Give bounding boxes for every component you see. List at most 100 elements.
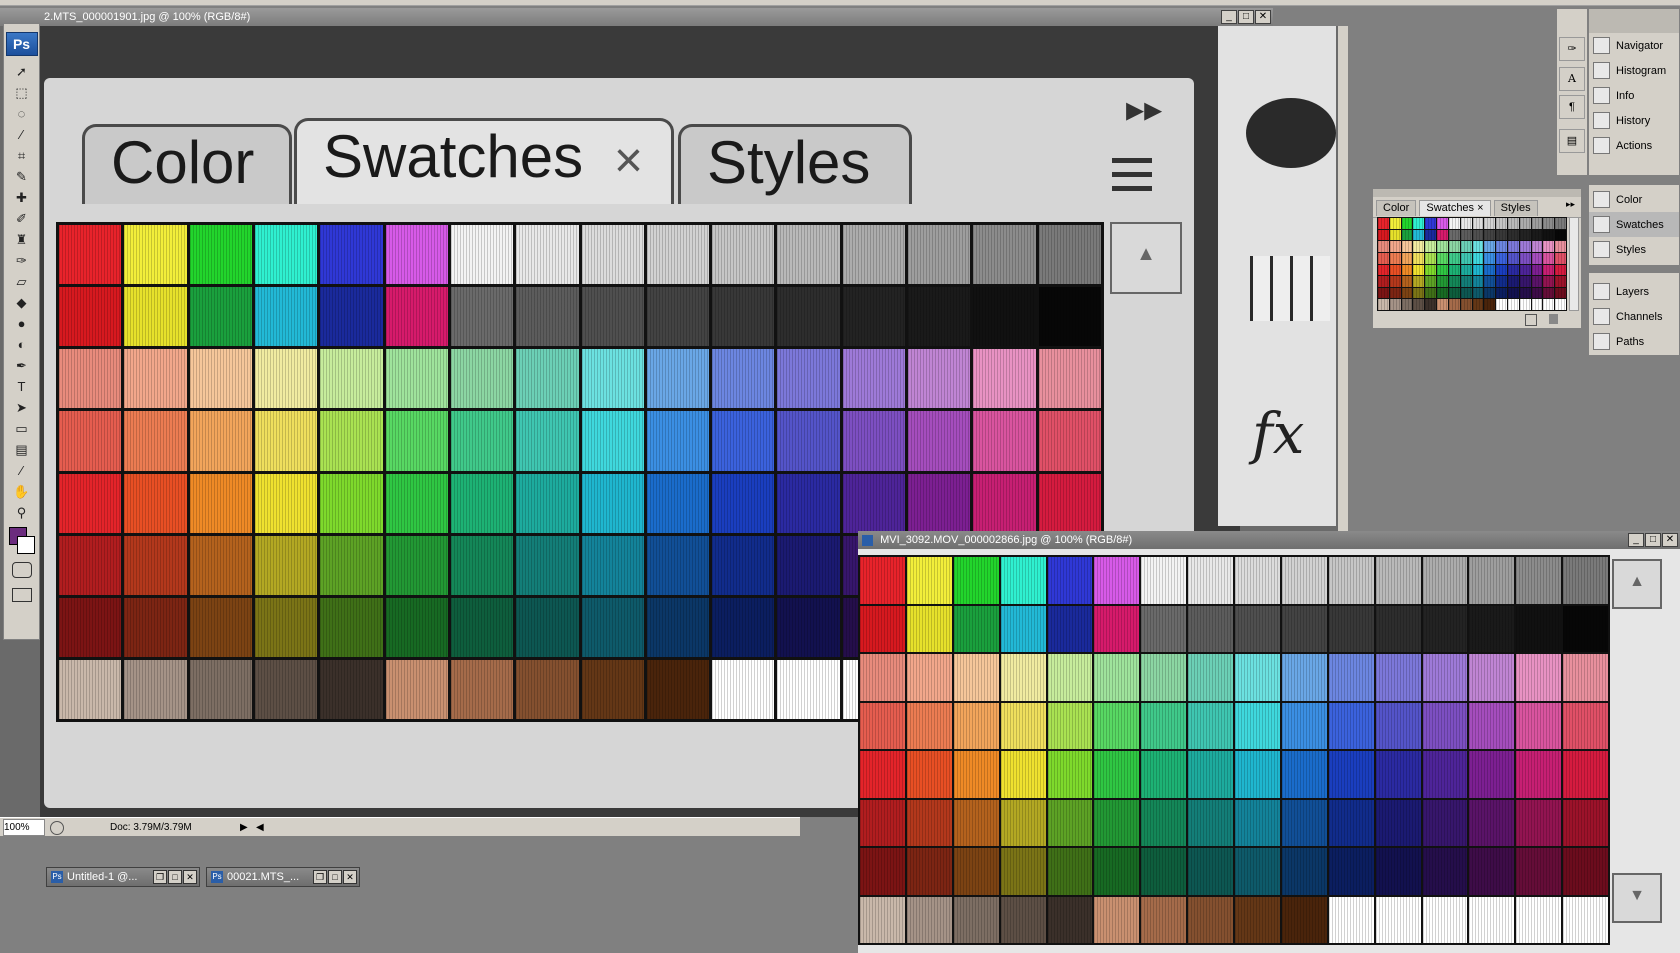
swatch[interactable] <box>1425 276 1437 287</box>
brush-tool-icon[interactable]: ✐ <box>9 209 35 229</box>
swatch[interactable] <box>1519 299 1531 310</box>
swatch[interactable] <box>1507 264 1519 276</box>
dock-item-actions[interactable]: Actions <box>1589 133 1679 158</box>
swatch[interactable] <box>1472 229 1484 241</box>
hscroll-left-icon[interactable]: ◀ <box>256 818 264 837</box>
swatch[interactable] <box>1531 287 1543 299</box>
swatch[interactable] <box>1472 252 1484 264</box>
dock-character-icon[interactable]: A <box>1559 67 1585 91</box>
swatch[interactable] <box>1519 218 1531 229</box>
pen-tool-icon[interactable]: ✒ <box>9 356 35 376</box>
dock-paragraph-icon[interactable]: ¶ <box>1559 95 1585 119</box>
history-brush-icon[interactable]: ✑ <box>9 251 35 271</box>
swatch[interactable] <box>1425 229 1437 241</box>
dock-item-navigator[interactable]: Navigator <box>1589 33 1679 58</box>
swatch[interactable] <box>1448 276 1460 287</box>
dock-notes-icon[interactable]: ▤ <box>1559 129 1585 153</box>
swatch[interactable] <box>1472 218 1484 229</box>
swatch[interactable] <box>1507 218 1519 229</box>
swatch[interactable] <box>1531 229 1543 241</box>
doc2-scroll-down-button[interactable]: ▼ <box>1612 873 1662 923</box>
swatch[interactable] <box>1437 252 1448 264</box>
swatch[interactable] <box>1425 218 1437 229</box>
swatch[interactable] <box>1507 287 1519 299</box>
swatch[interactable] <box>1460 264 1472 276</box>
new-swatch-icon[interactable] <box>1525 314 1537 326</box>
dock-item-layers[interactable]: Layers <box>1589 279 1679 304</box>
swatch[interactable] <box>1437 241 1448 252</box>
swatch[interactable] <box>1448 218 1460 229</box>
swatch[interactable] <box>1401 218 1413 229</box>
swatch[interactable] <box>1507 252 1519 264</box>
dock-item-swatches[interactable]: Swatches <box>1589 212 1679 237</box>
swatch[interactable] <box>1448 287 1460 299</box>
swatch[interactable] <box>1484 218 1496 229</box>
swatch[interactable] <box>1519 229 1531 241</box>
swatch[interactable] <box>1484 287 1496 299</box>
dock-item-styles[interactable]: Styles <box>1589 237 1679 262</box>
restore-icon[interactable]: ❐ <box>313 870 327 884</box>
dock-item-color[interactable]: Color <box>1589 187 1679 212</box>
swatch[interactable] <box>1401 287 1413 299</box>
swatch[interactable] <box>1378 287 1389 299</box>
swatch[interactable] <box>1484 264 1496 276</box>
swatch[interactable] <box>1507 299 1519 310</box>
swatch[interactable] <box>1531 264 1543 276</box>
dock-item-history[interactable]: History <box>1589 108 1679 133</box>
swatch[interactable] <box>1460 218 1472 229</box>
lasso-tool-icon[interactable]: ◌ <box>9 104 35 124</box>
zoom-level[interactable]: 100% <box>3 819 45 836</box>
swatch[interactable] <box>1437 287 1448 299</box>
swatch[interactable] <box>1496 252 1507 264</box>
swatch[interactable] <box>1389 264 1401 276</box>
notes-tool-icon[interactable]: ▤ <box>9 440 35 460</box>
taskbar-item-untitled[interactable]: Ps Untitled-1 @... ❐ □ ✕ <box>46 867 200 887</box>
zoom-tool-icon[interactable]: ⚲ <box>9 503 35 523</box>
mini-tab-styles[interactable]: Styles <box>1493 200 1538 216</box>
quick-mask-icon[interactable] <box>11 562 32 578</box>
swatch[interactable] <box>1507 241 1519 252</box>
swatch[interactable] <box>1484 252 1496 264</box>
eyedropper-tool-icon[interactable]: ⁄ <box>9 461 35 481</box>
hand-tool-icon[interactable]: ✋ <box>9 482 35 502</box>
swatch[interactable] <box>1401 252 1413 264</box>
doc1-close-button[interactable]: ✕ <box>1255 10 1271 24</box>
screen-mode-icon[interactable] <box>11 588 32 602</box>
swatch[interactable] <box>1425 252 1437 264</box>
swatch[interactable] <box>1425 264 1437 276</box>
swatch[interactable] <box>1519 276 1531 287</box>
swatch[interactable] <box>1448 241 1460 252</box>
dodge-tool-icon[interactable]: ◐ <box>9 335 35 355</box>
swatch[interactable] <box>1484 299 1496 310</box>
stamp-tool-icon[interactable]: ♜ <box>9 230 35 250</box>
swatch[interactable] <box>1413 229 1425 241</box>
bucket-tool-icon[interactable]: ◆ <box>9 293 35 313</box>
swatch[interactable] <box>1496 264 1507 276</box>
swatch[interactable] <box>1555 276 1566 287</box>
swatch[interactable] <box>1378 252 1389 264</box>
swatch[interactable] <box>1460 229 1472 241</box>
swatch[interactable] <box>1413 276 1425 287</box>
mini-tab-color[interactable]: Color <box>1376 200 1417 216</box>
swatch[interactable] <box>1519 252 1531 264</box>
blur-tool-icon[interactable]: ● <box>9 314 35 334</box>
doc1-minimize-button[interactable]: _ <box>1221 10 1237 24</box>
swatch[interactable] <box>1543 241 1555 252</box>
swatch[interactable] <box>1543 299 1555 310</box>
crop-tool-icon[interactable]: ⌗ <box>9 146 35 166</box>
swatch[interactable] <box>1413 241 1425 252</box>
mini-panel-menu-icon[interactable]: ▸▸ <box>1566 199 1575 210</box>
move-tool-icon[interactable]: ➚ <box>9 62 35 82</box>
swatch[interactable] <box>1437 264 1448 276</box>
swatch[interactable] <box>1496 299 1507 310</box>
slice-tool-icon[interactable]: ✎ <box>9 167 35 187</box>
swatch[interactable] <box>1519 287 1531 299</box>
swatch[interactable] <box>1507 276 1519 287</box>
mini-tab-close-icon[interactable]: × <box>1477 202 1483 214</box>
doc2-minimize-button[interactable]: _ <box>1628 533 1644 547</box>
doc2-close-button[interactable]: ✕ <box>1662 533 1678 547</box>
maximize-icon[interactable]: □ <box>328 870 342 884</box>
swatch[interactable] <box>1543 252 1555 264</box>
swatch[interactable] <box>1555 218 1566 229</box>
close-icon[interactable]: ✕ <box>183 870 197 884</box>
